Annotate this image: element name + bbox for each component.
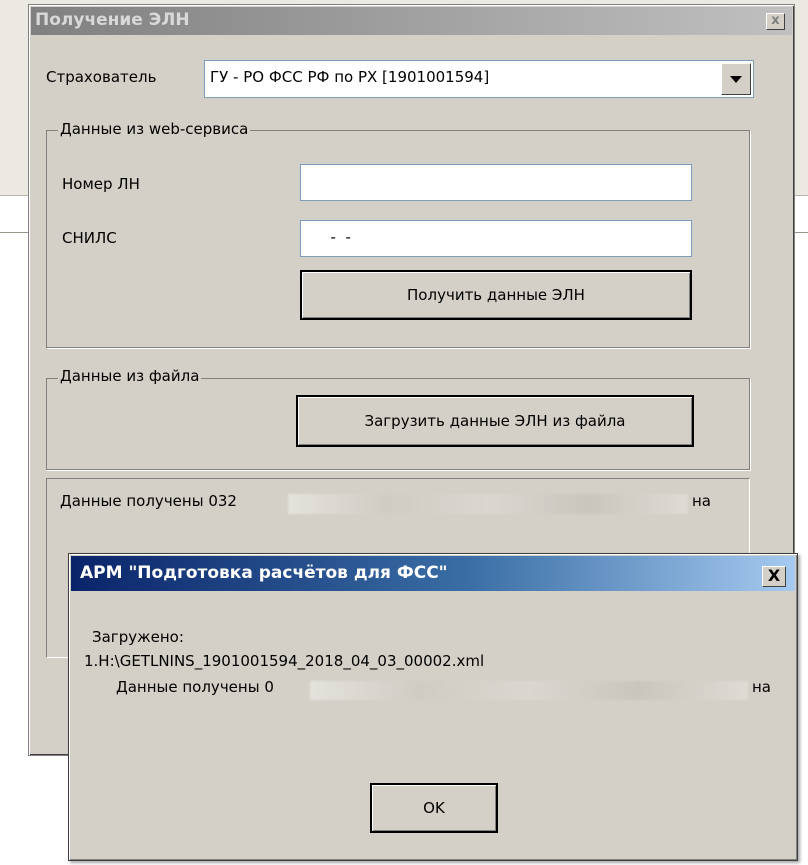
insurer-select-value: ГУ - РО ФСС РФ по РХ [1901001594] [210,68,490,86]
snils-label: СНИЛС [62,229,117,247]
main-window-close-button[interactable]: x [766,13,785,30]
status-text-prefix: Данные получены 032 [60,492,237,510]
ok-button[interactable]: OK [370,783,498,833]
redacted-area [288,494,688,514]
file-group-title: Данные из файла [58,367,202,385]
ln-number-input[interactable] [300,164,692,201]
insurer-label: Страхователь [46,68,157,86]
dialog-message-file: 1.H:\GETLNINS_1901001594_2018_04_03_0000… [84,652,485,670]
dialog-close-button[interactable]: X [762,566,786,587]
dialog-message-loaded: Загружено: [92,628,184,646]
background-divider [0,232,30,233]
web-service-group-title: Данные из web-сервиса [58,120,251,138]
redacted-area [310,681,748,700]
snils-input[interactable]: - - [300,220,692,257]
get-eln-data-button[interactable]: Получить данные ЭЛН [300,270,692,320]
dialog-message-data-prefix: Данные получены 0 [116,678,274,696]
dialog-message-data-suffix: на [752,678,771,696]
ln-number-label: Номер ЛН [62,175,140,193]
status-text-suffix: на [692,492,711,510]
dialog-title: АРМ "Подготовка расчётов для ФСС" [80,563,448,583]
load-eln-from-file-button[interactable]: Загрузить данные ЭЛН из файла [296,395,694,447]
main-window-title: Получение ЭЛН [35,10,190,30]
chevron-down-icon [730,76,742,83]
